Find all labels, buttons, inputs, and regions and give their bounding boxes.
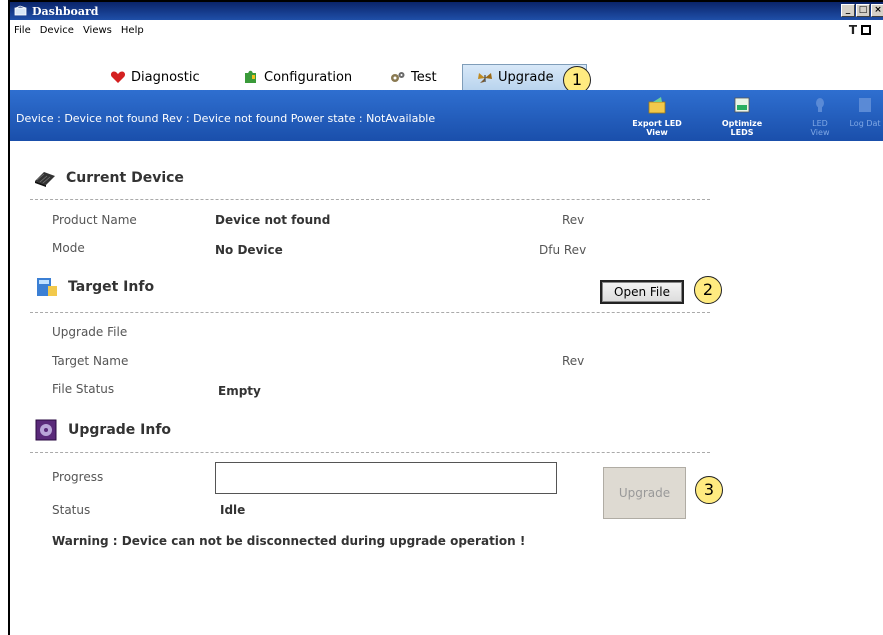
target-info-icon bbox=[37, 278, 57, 296]
current-device-heading-text: Current Device bbox=[66, 170, 184, 186]
divider bbox=[30, 199, 710, 200]
heart-icon bbox=[110, 71, 126, 83]
optimize-icon bbox=[734, 97, 750, 113]
tab-configuration-label: Configuration bbox=[264, 69, 353, 85]
title-bar: Dashboard _ □ × bbox=[10, 2, 883, 20]
chip-icon bbox=[35, 172, 55, 187]
current-device-heading: Current Device bbox=[32, 167, 184, 189]
log-icon bbox=[859, 98, 871, 112]
disc-icon bbox=[35, 419, 57, 441]
device-status-text: Device : Device not found Rev : Device n… bbox=[16, 112, 436, 125]
optimize-leds-button[interactable]: Optimize LEDS bbox=[710, 96, 774, 137]
puzzle-icon bbox=[245, 70, 256, 83]
dfu-rev-label: Dfu Rev bbox=[539, 243, 587, 257]
product-name-label: Product Name bbox=[52, 213, 137, 227]
divider bbox=[30, 312, 710, 313]
tab-diagnostic[interactable]: Diagnostic bbox=[110, 64, 200, 90]
led-view-label: LED View bbox=[810, 119, 830, 137]
gears-icon bbox=[391, 72, 405, 82]
upgrade-panel: Current Device Product Name Device not f… bbox=[10, 141, 883, 635]
upgrade-info-heading-text: Upgrade Info bbox=[68, 422, 172, 438]
product-name-value: Device not found bbox=[215, 213, 331, 227]
tab-diagnostic-label: Diagnostic bbox=[131, 69, 200, 85]
export-led-view-label: Export LED View bbox=[632, 119, 682, 137]
led-icon bbox=[816, 98, 824, 112]
menu-right-t[interactable]: T bbox=[849, 23, 857, 37]
callout-3: 3 bbox=[695, 476, 723, 504]
upgrade-warning: Warning : Device can not be disconnected… bbox=[52, 534, 526, 548]
log-data-button[interactable]: Log Dat bbox=[845, 96, 883, 128]
menu-bar: File Device Views Help T bbox=[10, 20, 883, 40]
open-file-button[interactable]: Open File bbox=[600, 280, 684, 304]
upgrade-progress-bar bbox=[215, 462, 557, 494]
log-data-label: Log Dat bbox=[849, 119, 881, 128]
target-rev-label: Rev bbox=[562, 354, 585, 368]
led-view-button[interactable]: LED View bbox=[805, 96, 835, 137]
mode-value: No Device bbox=[215, 243, 283, 257]
app-icon bbox=[14, 5, 27, 16]
upgrade-file-label: Upgrade File bbox=[52, 325, 128, 339]
window-title: Dashboard bbox=[32, 4, 99, 18]
tab-upgrade-label: Upgrade bbox=[498, 70, 554, 85]
tab-bar: Diagnostic Configuration Test Upgrade 1 bbox=[10, 64, 883, 94]
target-info-heading: Target Info bbox=[34, 276, 154, 298]
export-led-view-button[interactable]: Export LED View bbox=[625, 96, 689, 137]
file-status-label: File Status bbox=[52, 382, 115, 396]
tab-configuration[interactable]: Configuration bbox=[243, 64, 352, 90]
upgrade-button[interactable]: Upgrade bbox=[603, 467, 686, 519]
menu-views[interactable]: Views bbox=[83, 25, 112, 36]
menu-device[interactable]: Device bbox=[40, 25, 74, 36]
maximize-button[interactable]: □ bbox=[856, 4, 870, 17]
divider bbox=[30, 452, 710, 453]
callout-2: 2 bbox=[694, 276, 722, 304]
status-label: Status bbox=[52, 503, 91, 517]
tab-test-label: Test bbox=[411, 69, 437, 85]
target-name-label: Target Name bbox=[52, 354, 129, 368]
mode-label: Mode bbox=[52, 241, 85, 255]
restore-icon[interactable] bbox=[861, 25, 871, 35]
folder-export-icon bbox=[648, 97, 666, 114]
butterfly-icon bbox=[478, 72, 492, 83]
progress-label: Progress bbox=[52, 470, 104, 484]
tab-test[interactable]: Test bbox=[390, 64, 437, 90]
menu-help[interactable]: Help bbox=[121, 25, 144, 36]
optimize-leds-label: Optimize LEDS bbox=[721, 119, 763, 137]
target-info-heading-text: Target Info bbox=[68, 279, 155, 295]
device-status-bar: Device : Device not found Rev : Device n… bbox=[10, 90, 883, 141]
app-window: Dashboard _ □ × File Device Views Help T… bbox=[8, 0, 883, 635]
file-status-value: Empty bbox=[218, 384, 261, 398]
close-button[interactable]: × bbox=[871, 4, 883, 17]
upgrade-info-heading: Upgrade Info bbox=[34, 419, 171, 441]
rev-label: Rev bbox=[562, 213, 585, 227]
menu-file[interactable]: File bbox=[14, 25, 31, 36]
minimize-button[interactable]: _ bbox=[841, 4, 855, 17]
status-value: Idle bbox=[220, 503, 246, 517]
